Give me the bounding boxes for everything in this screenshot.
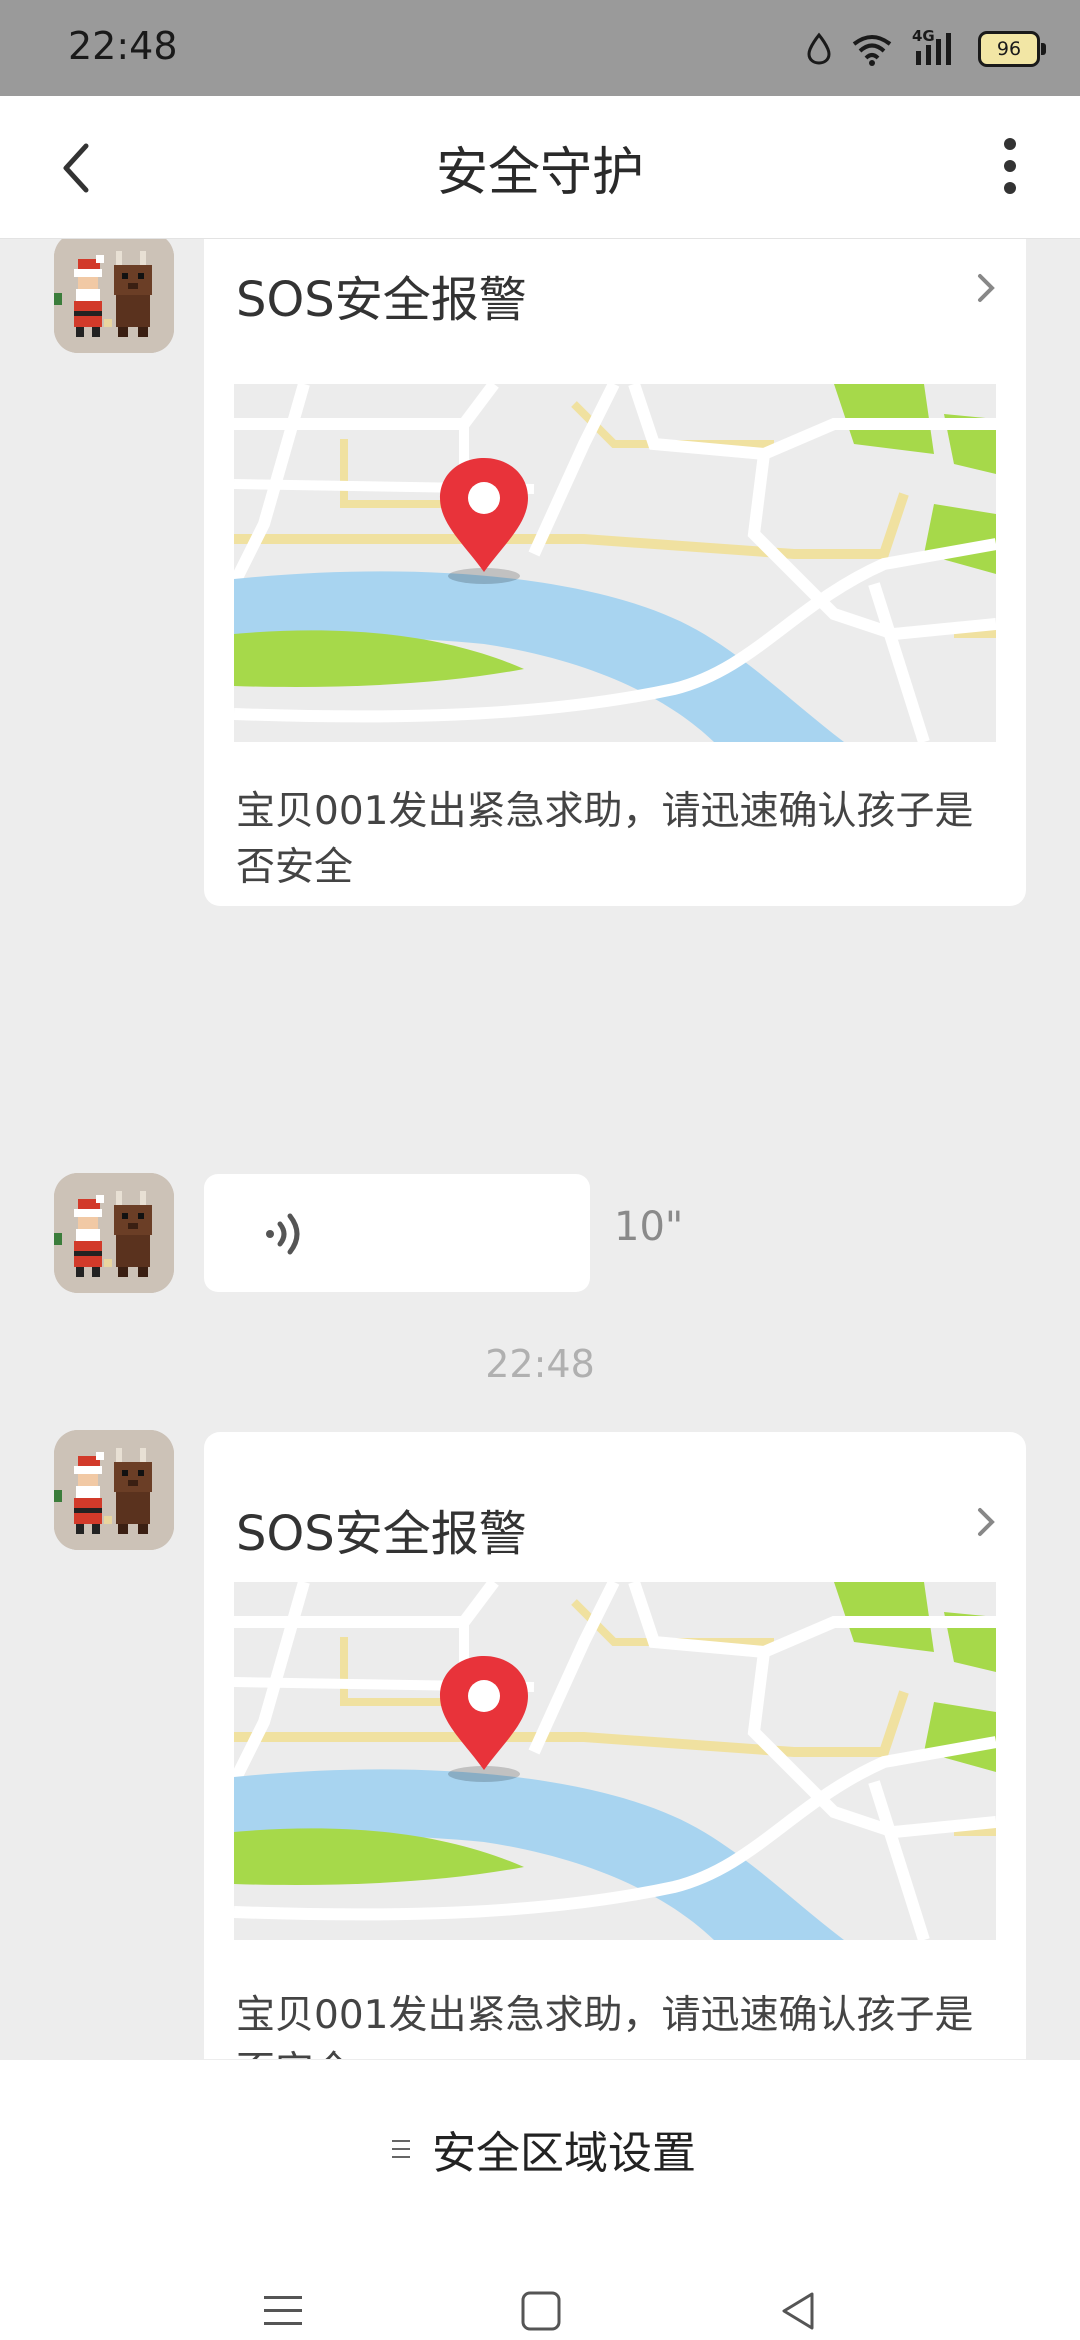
safe-zone-settings-label: 安全区域设置 [432,2128,696,2179]
wifi-icon [852,35,892,66]
battery-icon: 96 [978,31,1046,67]
message-timestamp: 22:48 [485,1342,595,1386]
page-title: 安全守护 [435,143,644,203]
location-pin-icon [434,454,534,584]
device-avatar[interactable] [54,239,174,353]
battery-level: 96 [996,38,1022,60]
location-map[interactable] [234,384,996,742]
alert-message: 宝贝001发出紧急求助，请迅速确认孩子是否安全 [236,789,974,890]
alert-message: 宝贝001发出紧急求助，请迅速确认孩子是否安全 [236,1993,974,2059]
card-title: SOS安全报警 [236,1506,527,1562]
menu-icon[interactable] [258,2286,308,2336]
more-vertical-icon [1004,138,1016,194]
nav-back-icon[interactable] [774,2286,824,2336]
sos-alert-card[interactable]: SOS安全报警 宝贝001发出紧急求助，请迅速确认孩子是否安全 [204,239,1026,906]
status-bar: 22:48 4G 96 [0,0,1080,96]
status-icons: 4G 96 [806,24,1046,74]
chevron-right-icon [978,274,995,302]
location-pin-icon [434,1652,534,1782]
bottom-bar: 安全区域设置 [0,2060,1080,2340]
voice-message[interactable] [204,1174,590,1292]
card-title: SOS安全报警 [236,272,527,328]
device-avatar[interactable] [54,1173,174,1293]
sos-alert-card[interactable]: SOS安全报警 宝贝001发出紧急求助，请迅速确认孩子是否安全 [204,1432,1026,2059]
voice-duration: 10" [614,1204,684,1250]
safe-zone-settings-button[interactable]: 安全区域设置 [390,2104,696,2194]
title-bar: 安全守护 [0,96,1080,239]
voice-wave-icon [266,1213,300,1255]
data-saver-icon [807,32,831,65]
list-icon [392,2140,410,2158]
cellular-icon: 4G [912,27,960,69]
location-map[interactable] [234,1582,996,1940]
chevron-right-icon [978,1508,995,1536]
status-time: 22:48 [68,24,178,68]
more-button[interactable] [980,132,1040,202]
message-list[interactable]: SOS安全报警 宝贝001发出紧急求助，请迅速确认孩子是否安全 10" 22:4… [0,239,1080,2059]
device-avatar[interactable] [54,1430,174,1550]
home-square-icon[interactable] [516,2286,566,2336]
